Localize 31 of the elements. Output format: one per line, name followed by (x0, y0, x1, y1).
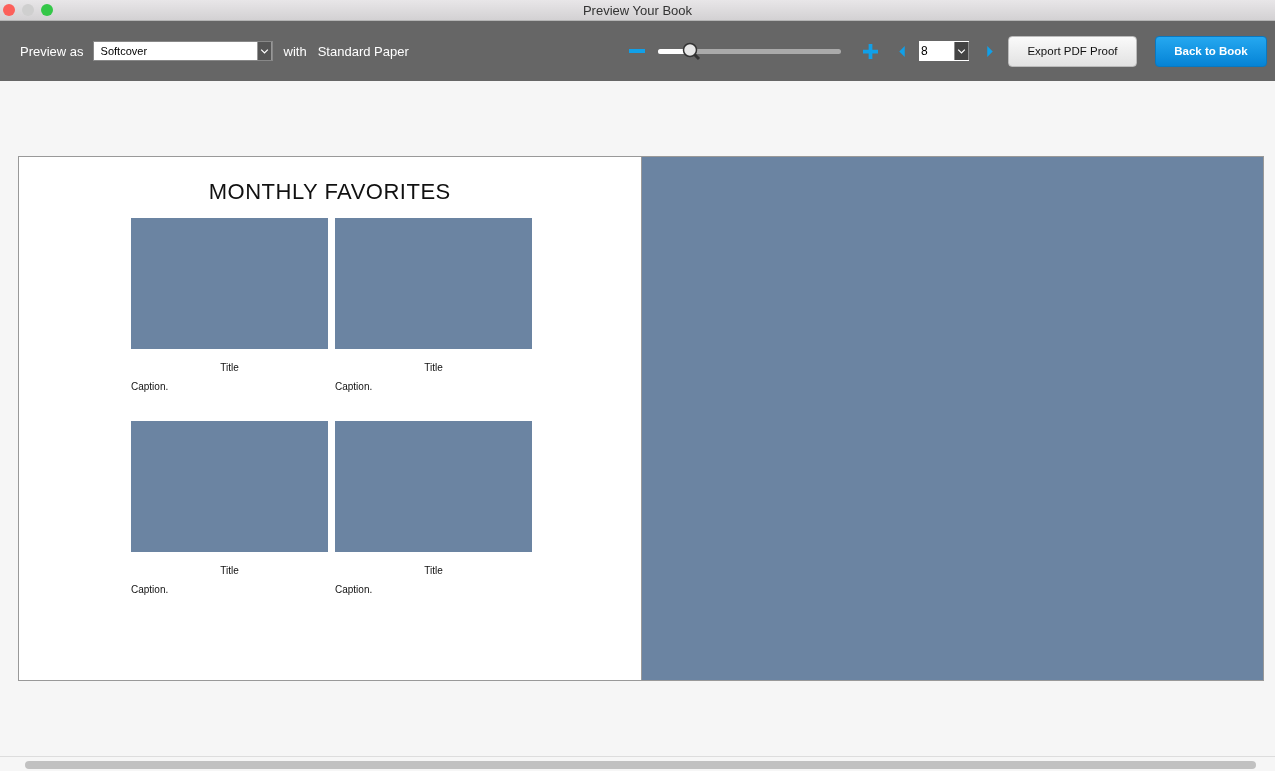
page-dropdown[interactable]: 8 (919, 41, 969, 61)
caret-icon (954, 42, 969, 60)
photo-title: Title (424, 362, 443, 373)
paper-label: Standard Paper (317, 43, 409, 59)
previous-page-icon[interactable] (899, 45, 905, 57)
cover-dropdown[interactable]: Softcover (92, 41, 273, 61)
photo-caption: Caption. (335, 381, 373, 392)
photo-placeholder[interactable] (131, 421, 328, 552)
zoom-icon[interactable] (41, 4, 53, 16)
zoom-in-icon[interactable] (863, 43, 878, 59)
caret-icon (256, 42, 272, 60)
scrollbar[interactable] (25, 761, 1256, 769)
photo-title: Title (220, 362, 239, 373)
photo-caption: Caption. (131, 381, 169, 392)
export-button[interactable]: Export PDF Proof (1008, 35, 1137, 67)
zoom-out-icon[interactable] (629, 48, 645, 54)
photo-placeholder[interactable] (335, 218, 532, 349)
photo-title: Title (424, 565, 443, 576)
photo-caption: Caption. (335, 584, 373, 595)
preview-label: Preview as (20, 43, 84, 59)
next-page-icon[interactable] (987, 45, 993, 57)
close-icon[interactable] (3, 4, 15, 16)
photo-placeholder[interactable] (131, 218, 328, 349)
photo-placeholder[interactable] (641, 157, 1263, 680)
photo-title: Title (220, 565, 239, 576)
photo-caption: Caption. (131, 584, 169, 595)
page-heading: MONTHLY FAVORITES (207, 179, 452, 205)
window-title: Preview Your Book (582, 2, 693, 18)
photo-placeholder[interactable] (335, 421, 532, 552)
with-label: with (283, 43, 307, 59)
slider-thumb[interactable] (681, 42, 702, 62)
